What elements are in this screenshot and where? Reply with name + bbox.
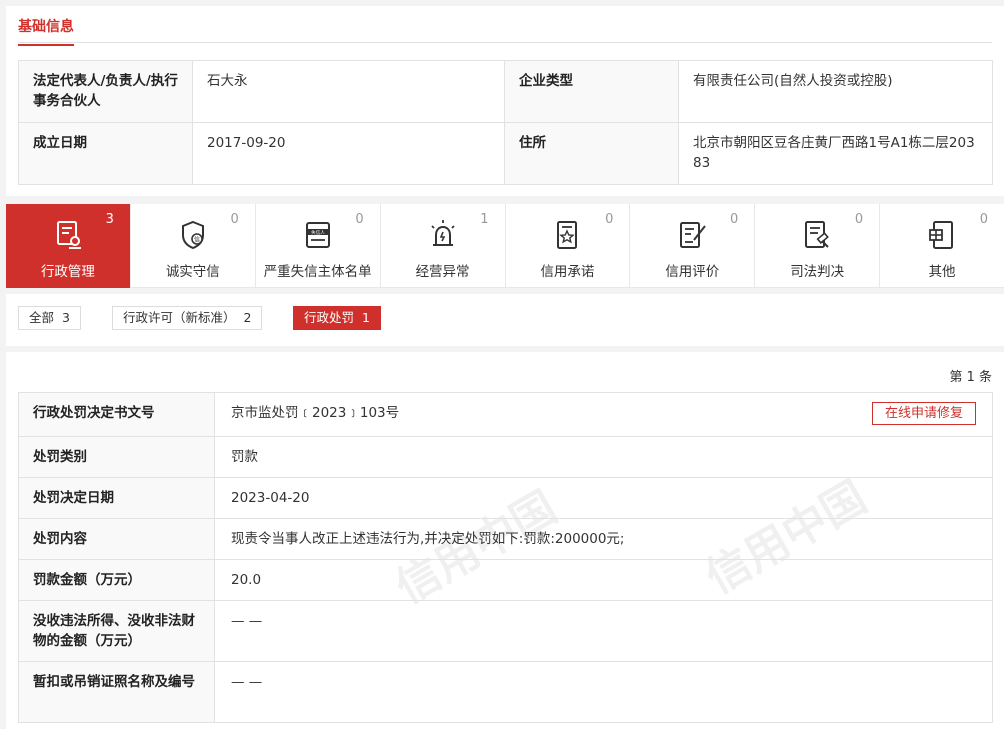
basic-info-table: 法定代表人/负责人/执行事务合伙人 石大永 企业类型 有限责任公司(自然人投资或…: [18, 60, 993, 185]
tab-count: 3: [105, 212, 114, 227]
tab-label: 信用评价: [665, 264, 720, 280]
document-stamp-icon: [56, 221, 81, 249]
filter-bar: 全部 3 行政许可（新标准） 2 行政处罚 1: [6, 294, 1004, 346]
certificate-star-icon: [557, 221, 578, 249]
tab-count: 1: [480, 212, 489, 227]
address-value: 北京市朝阳区豆各庄黄厂西路1号A1栋二层20383: [678, 122, 993, 185]
filter-label: 行政许可（新标准）: [123, 310, 236, 325]
penalty-type-label: 处罚类别: [18, 436, 215, 478]
alarm-light-icon: [430, 220, 455, 246]
table-row: 行政处罚决定书文号 京市监处罚﹝2023﹞103号 在线申请修复: [18, 392, 993, 437]
tab-credit-commitment[interactable]: 0 信用承诺: [506, 204, 631, 288]
confiscation-amount-label: 没收违法所得、没收非法财物的金额（万元）: [18, 600, 215, 662]
confiscation-amount-value: — —: [214, 600, 993, 662]
tab-credit-evaluation[interactable]: 0 信用评价: [630, 204, 756, 288]
filter-count: 3: [62, 310, 70, 325]
svg-text:失信人: 失信人: [311, 229, 325, 236]
license-revocation-value: — —: [214, 661, 993, 723]
founded-date-label: 成立日期: [18, 122, 193, 185]
tab-label: 经营异常: [415, 264, 470, 280]
decision-date-value: 2023-04-20: [214, 477, 993, 519]
decision-number-value: 京市监处罚﹝2023﹞103号: [231, 405, 400, 421]
tab-label: 行政管理: [40, 264, 95, 280]
tab-count: 0: [729, 212, 739, 227]
filter-label: 行政处罚: [304, 310, 355, 325]
legal-rep-value: 石大永: [192, 60, 505, 123]
filter-count: 2: [243, 310, 252, 325]
penalty-content-label: 处罚内容: [18, 518, 215, 560]
decision-number-label: 行政处罚决定书文号: [18, 392, 215, 437]
section-title: 基础信息: [18, 16, 74, 46]
document-edit-icon: [680, 222, 707, 248]
shield-credit-icon: 信: [181, 220, 204, 250]
tab-label: 信用承诺: [540, 264, 595, 280]
tab-label: 诚实守信: [165, 264, 220, 280]
license-revocation-label: 暂扣或吊销证照名称及编号: [18, 661, 215, 723]
basic-info-panel: 基础信息 法定代表人/负责人/执行事务合伙人 石大永 企业类型 有限责任公司(自…: [6, 6, 1004, 196]
tab-honesty[interactable]: 信 0 诚实守信: [131, 204, 256, 288]
fine-amount-label: 罚款金额（万元）: [18, 559, 215, 601]
company-type-label: 企业类型: [504, 60, 679, 123]
founded-date-value: 2017-09-20: [192, 122, 505, 185]
tab-label: 司法判决: [790, 264, 845, 280]
decision-date-label: 处罚决定日期: [18, 477, 215, 519]
document-gavel-icon: [805, 221, 830, 248]
address-label: 住所: [504, 122, 679, 185]
document-grid-icon: [929, 221, 954, 249]
table-row: 处罚类别 罚款: [18, 436, 993, 478]
tab-count: 0: [230, 212, 239, 227]
tab-count: 0: [979, 212, 988, 227]
table-row: 暂扣或吊销证照名称及编号 — —: [18, 661, 993, 723]
tab-business-abnormal[interactable]: 1 经营异常: [381, 204, 506, 288]
table-row: 罚款金额（万元） 20.0: [18, 559, 993, 601]
filter-count: 1: [362, 310, 370, 325]
table-row: 处罚决定日期 2023-04-20: [18, 477, 993, 519]
tab-count: 0: [854, 212, 864, 227]
filter-label: 全部: [29, 310, 55, 325]
blacklist-icon: 失信人: [305, 222, 330, 248]
penalty-detail-table: 行政处罚决定书文号 京市监处罚﹝2023﹞103号 在线申请修复 处罚类别 罚款…: [18, 392, 993, 723]
filter-all[interactable]: 全部 3: [18, 306, 81, 330]
svg-text:信: 信: [194, 236, 200, 244]
table-row: 处罚内容 现责令当事人改正上述违法行为,并决定处罚如下:罚款:200000元;: [18, 518, 993, 560]
filter-admin-penalty[interactable]: 行政处罚 1: [293, 306, 381, 330]
penalty-type-value: 罚款: [214, 436, 993, 478]
fine-amount-value: 20.0: [214, 559, 993, 601]
penalty-content-value: 现责令当事人改正上述违法行为,并决定处罚如下:罚款:200000元;: [214, 518, 993, 560]
penalty-detail-panel: 信用中国 信用中国 第 1 条 行政处罚决定书文号 京市监处罚﹝2023﹞103…: [6, 352, 1004, 729]
company-type-value: 有限责任公司(自然人投资或控股): [678, 60, 993, 123]
tab-label: 严重失信主体名单: [263, 264, 372, 280]
decision-number-cell: 京市监处罚﹝2023﹞103号 在线申请修复: [214, 392, 993, 437]
record-counter: 第 1 条: [949, 370, 992, 385]
tab-serious-dishonesty-list[interactable]: 失信人 0 严重失信主体名单: [256, 204, 381, 288]
tab-count: 0: [355, 212, 364, 227]
legal-rep-label: 法定代表人/负责人/执行事务合伙人: [18, 60, 193, 123]
tab-admin-management[interactable]: 3 行政管理: [6, 204, 131, 288]
section-header: 基础信息: [18, 6, 992, 46]
tab-count: 0: [605, 212, 614, 227]
table-row: 没收违法所得、没收非法财物的金额（万元） — —: [18, 600, 993, 662]
table-row: 成立日期 2017-09-20 住所 北京市朝阳区豆各庄黄厂西路1号A1栋二层2…: [18, 122, 993, 185]
category-tabs: 3 行政管理 信 0 诚实守信 失信人 0 严重失信主体名单 1 经营异常 0 …: [6, 204, 1004, 288]
tab-label: 其他: [928, 264, 956, 280]
table-row: 法定代表人/负责人/执行事务合伙人 石大永 企业类型 有限责任公司(自然人投资或…: [18, 60, 993, 123]
filter-admin-license[interactable]: 行政许可（新标准） 2: [112, 306, 263, 330]
tab-other[interactable]: 0 其他: [880, 204, 1004, 288]
tab-judicial-judgment[interactable]: 0 司法判决: [755, 204, 881, 288]
online-repair-button[interactable]: 在线申请修复: [871, 402, 976, 425]
